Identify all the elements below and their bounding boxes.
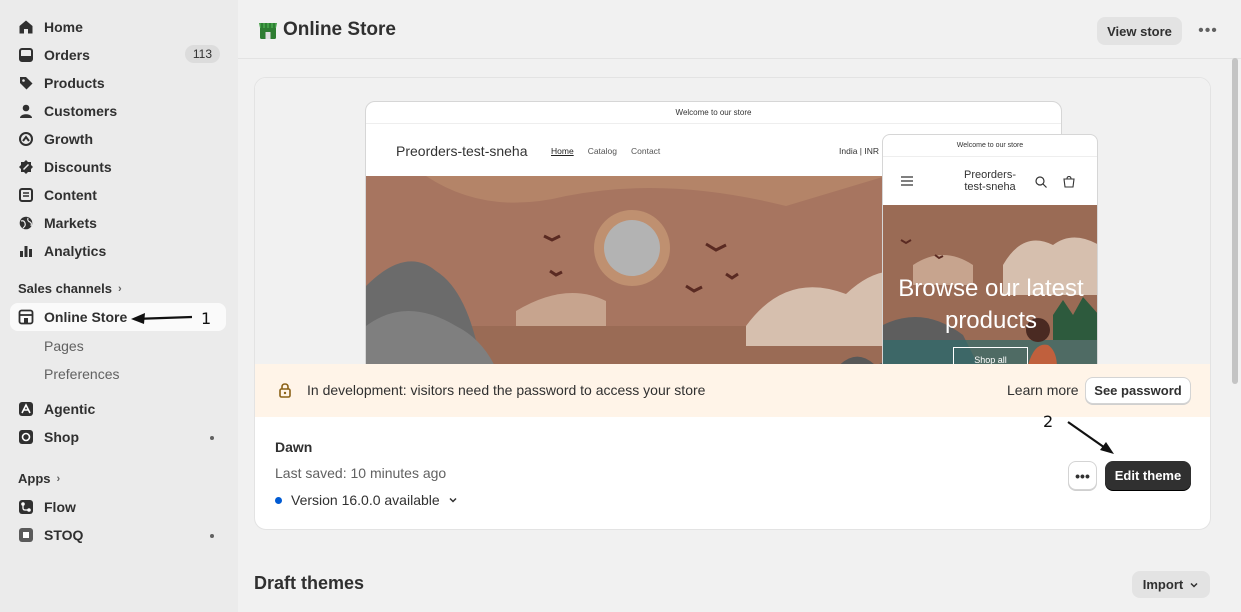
desktop-announcement-bar: Welcome to our store xyxy=(366,102,1061,124)
sidebar-item-label: Flow xyxy=(44,499,76,515)
sidebar-item-label: Products xyxy=(44,75,105,91)
chevron-right-icon: › xyxy=(56,472,61,485)
sidebar-item-label: Orders xyxy=(44,47,90,63)
sidebar-item-label: Discounts xyxy=(44,159,112,175)
sidebar-item-label: Growth xyxy=(44,131,93,147)
sidebar-item-products[interactable]: Products xyxy=(10,69,226,97)
status-dot xyxy=(210,436,214,440)
sidebar-item-analytics[interactable]: Analytics xyxy=(10,237,226,265)
sidebar-item-shop[interactable]: Shop xyxy=(10,423,226,451)
search-icon xyxy=(1035,176,1047,188)
shop-icon xyxy=(18,429,34,445)
theme-preview[interactable]: Welcome to our store Preorders-test-sneh… xyxy=(255,78,1210,364)
see-password-button[interactable]: See password xyxy=(1085,377,1191,404)
desktop-region-selector: India | INR xyxy=(839,146,880,156)
sidebar-item-customers[interactable]: Customers xyxy=(10,97,226,125)
stoq-icon xyxy=(18,527,34,543)
draft-themes-heading: Draft themes xyxy=(254,573,365,593)
update-available-dot xyxy=(275,496,282,504)
sidebar-item-label: Content xyxy=(44,187,97,203)
more-actions-button[interactable]: ••• xyxy=(1196,20,1220,42)
learn-more-link[interactable]: Learn more xyxy=(1007,382,1079,398)
desktop-nav-contact: Contact xyxy=(631,146,661,156)
mobile-hero-heading: Browse our latest products xyxy=(898,275,1084,334)
sidebar-item-label: Analytics xyxy=(44,243,107,259)
lock-icon xyxy=(279,383,291,398)
mobile-store-header: Preorders-test-sneha xyxy=(883,157,1097,205)
tag-icon xyxy=(18,75,34,91)
status-dot xyxy=(210,534,214,538)
import-theme-button[interactable]: Import xyxy=(1132,571,1210,598)
desktop-nav-catalog: Catalog xyxy=(587,146,617,156)
sidebar-item-agentic[interactable]: Agentic xyxy=(10,395,226,423)
sales-channels-heading[interactable]: Sales channels › xyxy=(18,281,122,296)
sales-channels-label: Sales channels xyxy=(18,281,112,296)
orders-count-badge: 113 xyxy=(184,45,220,63)
sidebar-item-orders[interactable]: Orders 113 xyxy=(10,41,226,69)
sidebar-item-label: Agentic xyxy=(44,401,96,417)
theme-version-dropdown[interactable]: Version 16.0.0 available xyxy=(275,492,458,508)
edit-theme-button[interactable]: Edit theme xyxy=(1105,461,1191,490)
sidebar-item-home[interactable]: Home xyxy=(10,13,226,41)
content-icon xyxy=(18,187,34,203)
sidebar-item-markets[interactable]: Markets xyxy=(10,209,226,237)
theme-name: Dawn xyxy=(275,439,313,455)
annotation-label-2: 2 xyxy=(1043,412,1054,431)
sidebar-item-label: Online Store xyxy=(44,309,128,325)
desktop-store-nav: Home Catalog Contact xyxy=(551,146,660,156)
theme-version-label: Version 16.0.0 available xyxy=(291,492,440,508)
page-scrollbar[interactable] xyxy=(1232,58,1238,384)
banner-message: In development: visitors need the passwo… xyxy=(307,382,706,398)
mobile-shop-all-button: Shop all xyxy=(953,347,1028,364)
theme-more-actions-button[interactable]: ••• xyxy=(1068,461,1097,490)
sidebar-item-label: Markets xyxy=(44,215,97,231)
sidebar-item-label: Home xyxy=(44,19,83,35)
agentic-icon xyxy=(18,401,34,417)
mobile-preview: Welcome to our store Preorders-test-sneh… xyxy=(882,134,1098,364)
sidebar: Home Orders 113 Products Customers Growt… xyxy=(0,0,238,612)
desktop-nav-home: Home xyxy=(551,146,574,156)
hamburger-menu-icon xyxy=(901,176,913,186)
sidebar-item-growth[interactable]: Growth xyxy=(10,125,226,153)
page-title-text: Online Store xyxy=(283,19,396,40)
mobile-store-brand: Preorders-test-sneha xyxy=(964,169,1016,193)
chevron-right-icon: › xyxy=(117,282,122,295)
sidebar-item-label: STOQ xyxy=(44,527,84,543)
sidebar-item-label: Shop xyxy=(44,429,79,445)
mobile-announcement-bar: Welcome to our store xyxy=(883,135,1097,157)
chevron-down-icon xyxy=(1190,582,1198,588)
page-title: Online Store xyxy=(258,19,396,41)
sidebar-item-flow[interactable]: Flow xyxy=(10,493,226,521)
theme-last-saved: Last saved: 10 minutes ago xyxy=(275,465,447,481)
header-divider xyxy=(238,58,1241,59)
globe-icon xyxy=(18,215,34,231)
sidebar-item-stoq[interactable]: STOQ xyxy=(10,521,226,549)
online-store-icon xyxy=(259,23,277,39)
sidebar-subitem-pages[interactable]: Pages xyxy=(44,338,84,354)
view-store-button[interactable]: View store xyxy=(1097,17,1182,45)
current-theme-card: Welcome to our store Preorders-test-sneh… xyxy=(254,77,1211,530)
sidebar-item-content[interactable]: Content xyxy=(10,181,226,209)
import-label: Import xyxy=(1142,577,1184,592)
sidebar-item-online-store[interactable]: Online Store xyxy=(10,303,226,331)
store-icon xyxy=(18,309,34,325)
cart-icon xyxy=(1063,176,1075,188)
sidebar-item-discounts[interactable]: Discounts xyxy=(10,153,226,181)
desktop-store-brand: Preorders-test-sneha xyxy=(396,143,528,159)
flow-icon xyxy=(18,499,34,515)
apps-heading[interactable]: Apps › xyxy=(18,471,60,486)
discount-icon xyxy=(18,159,34,175)
chevron-down-icon xyxy=(449,497,457,503)
home-icon xyxy=(18,19,34,35)
password-warning-banner: In development: visitors need the passwo… xyxy=(255,364,1210,417)
sidebar-item-label: Customers xyxy=(44,103,118,119)
chart-icon xyxy=(18,243,34,259)
person-icon xyxy=(18,103,34,119)
sidebar-subitem-preferences[interactable]: Preferences xyxy=(44,366,119,382)
apps-label: Apps xyxy=(18,471,51,486)
annotation-label-1: 1 xyxy=(201,309,212,328)
orders-icon xyxy=(18,47,34,63)
growth-icon xyxy=(18,131,34,147)
